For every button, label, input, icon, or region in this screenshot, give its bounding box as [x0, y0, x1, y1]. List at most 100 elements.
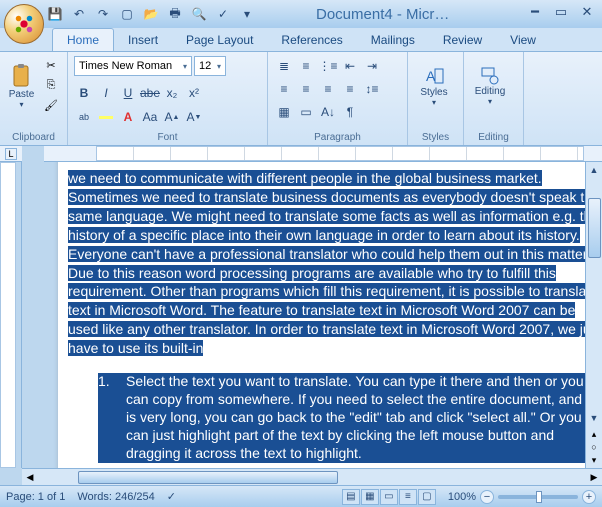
styles-button[interactable]: A Styles ▾ [414, 56, 454, 116]
qat-print-icon[interactable]: 🖶 [166, 5, 184, 23]
next-page-button[interactable]: ▾ [591, 454, 596, 466]
qat-open-icon[interactable]: 📂 [142, 5, 160, 23]
group-styles: A Styles ▾ Styles [408, 52, 464, 145]
highlight-button[interactable]: ab [74, 107, 94, 127]
subscript-button[interactable]: x₂ [162, 83, 182, 103]
page-viewport[interactable]: we need to communicate with different pe… [22, 162, 602, 468]
ruler-toggle[interactable]: L [5, 148, 17, 160]
qat-spell-icon[interactable]: ✓ [214, 5, 232, 23]
scroll-right-button[interactable]: ▶ [586, 472, 602, 483]
chevron-down-icon: ▾ [217, 62, 221, 71]
show-marks-button[interactable]: ¶ [340, 102, 360, 122]
body-text[interactable]: we need to communicate with different pe… [68, 170, 602, 463]
styles-label: Styles [420, 87, 447, 98]
tab-references[interactable]: References [267, 29, 356, 51]
editing-button[interactable]: Editing ▾ [470, 56, 510, 116]
full-screen-view[interactable]: ▦ [361, 489, 379, 505]
scroll-thumb-h[interactable] [78, 471, 338, 484]
font-size-combo[interactable]: 12 ▾ [194, 56, 226, 76]
tab-insert[interactable]: Insert [114, 29, 172, 51]
status-proofing-icon[interactable]: ✓ [167, 490, 176, 503]
font-color-button[interactable]: A [118, 107, 138, 127]
office-button[interactable] [4, 4, 44, 44]
align-left-button[interactable]: ≡ [274, 79, 294, 99]
chevron-down-icon: ▾ [183, 62, 187, 71]
list-item-text[interactable]: Select the text you want to translate. Y… [126, 373, 602, 463]
highlight-color-button[interactable] [96, 107, 116, 127]
qat-save-icon[interactable]: 💾 [46, 5, 64, 23]
close-button[interactable]: ✕ [578, 4, 596, 20]
ribbon: Paste ▾ ✂ ⎘ 🖌 Clipboard Times New Roman … [0, 52, 602, 146]
borders-button[interactable]: ▭ [296, 102, 316, 122]
tab-mailings[interactable]: Mailings [357, 29, 429, 51]
font-name-value: Times New Roman [79, 60, 172, 72]
horizontal-scrollbar[interactable]: ◀ ▶ [22, 468, 602, 485]
underline-button[interactable]: U [118, 83, 138, 103]
scroll-thumb-v[interactable] [588, 198, 601, 258]
web-layout-view[interactable]: ▭ [380, 489, 398, 505]
zoom-in-button[interactable]: + [582, 490, 596, 504]
sort-button[interactable]: A↓ [318, 102, 338, 122]
group-font-label: Font [74, 130, 261, 143]
maximize-button[interactable]: ▭ [552, 4, 570, 20]
tab-page-layout[interactable]: Page Layout [172, 29, 267, 51]
line-spacing-button[interactable]: ↕≡ [362, 79, 382, 99]
prev-page-button[interactable]: ▴ [591, 428, 596, 440]
font-size-value: 12 [199, 60, 211, 72]
qat-more-icon[interactable]: ▾ [238, 5, 256, 23]
scroll-down-button[interactable]: ▼ [586, 410, 602, 426]
status-page[interactable]: Page: 1 of 1 [6, 491, 65, 503]
zoom-knob[interactable] [536, 491, 542, 503]
draft-view[interactable]: ▢ [418, 489, 436, 505]
qat-preview-icon[interactable]: 🔍 [190, 5, 208, 23]
cut-button[interactable]: ✂ [41, 56, 61, 74]
tab-view[interactable]: View [496, 29, 550, 51]
scroll-left-button[interactable]: ◀ [22, 472, 38, 483]
paste-label: Paste [9, 89, 35, 100]
qat-new-icon[interactable]: ▢ [118, 5, 136, 23]
quick-access-toolbar: 💾 ↶ ↷ ▢ 📂 🖶 🔍 ✓ ▾ [46, 5, 256, 23]
qat-redo-icon[interactable]: ↷ [94, 5, 112, 23]
ribbon-tabs: Home Insert Page Layout References Maili… [0, 28, 602, 52]
tab-review[interactable]: Review [429, 29, 496, 51]
copy-button[interactable]: ⎘ [41, 76, 61, 94]
bold-button[interactable]: B [74, 83, 94, 103]
status-words[interactable]: Words: 246/254 [77, 491, 154, 503]
paste-button[interactable]: Paste ▾ [6, 56, 37, 116]
list-number[interactable]: 1. [98, 373, 126, 463]
superscript-button[interactable]: x² [184, 83, 204, 103]
zoom-value[interactable]: 100% [448, 491, 476, 503]
minimize-button[interactable]: ━ [526, 4, 544, 20]
status-bar: Page: 1 of 1 Words: 246/254 ✓ ▤ ▦ ▭ ≡ ▢ … [0, 485, 602, 507]
shading-button[interactable]: ▦ [274, 102, 294, 122]
selected-text[interactable]: we need to communicate with different pe… [68, 170, 602, 356]
justify-button[interactable]: ≡ [340, 79, 360, 99]
qat-undo-icon[interactable]: ↶ [70, 5, 88, 23]
zoom-out-button[interactable]: − [480, 490, 494, 504]
change-case-button[interactable]: Aa [140, 107, 160, 127]
scroll-up-button[interactable]: ▲ [586, 162, 602, 178]
vertical-scrollbar[interactable]: ▲ ▼ ▴ ○ ▾ [585, 162, 602, 468]
print-layout-view[interactable]: ▤ [342, 489, 360, 505]
strikethrough-button[interactable]: abe [140, 83, 160, 103]
font-name-combo[interactable]: Times New Roman ▾ [74, 56, 192, 76]
zoom-slider[interactable] [498, 495, 578, 499]
vertical-ruler[interactable] [0, 162, 16, 468]
shrink-font-button[interactable]: A▼ [184, 107, 204, 127]
italic-button[interactable]: I [96, 83, 116, 103]
decrease-indent-button[interactable]: ⇤ [340, 56, 360, 76]
group-paragraph: ≣ ≡ ⋮≡ ⇤ ⇥ ≡ ≡ ≡ ≡ ↕≡ ▦ ▭ A↓ ¶ Paragraph [268, 52, 408, 145]
grow-font-button[interactable]: A▲ [162, 107, 182, 127]
align-right-button[interactable]: ≡ [318, 79, 338, 99]
title-bar: 💾 ↶ ↷ ▢ 📂 🖶 🔍 ✓ ▾ Document4 - Micr… ━ ▭ … [0, 0, 602, 28]
outline-view[interactable]: ≡ [399, 489, 417, 505]
multilevel-button[interactable]: ⋮≡ [318, 56, 338, 76]
browse-object-button[interactable]: ○ [591, 441, 596, 453]
horizontal-ruler[interactable] [44, 146, 602, 162]
align-center-button[interactable]: ≡ [296, 79, 316, 99]
bullets-button[interactable]: ≣ [274, 56, 294, 76]
tab-home[interactable]: Home [52, 28, 114, 51]
increase-indent-button[interactable]: ⇥ [362, 56, 382, 76]
numbering-button[interactable]: ≡ [296, 56, 316, 76]
format-painter-button[interactable]: 🖌 [41, 96, 61, 114]
